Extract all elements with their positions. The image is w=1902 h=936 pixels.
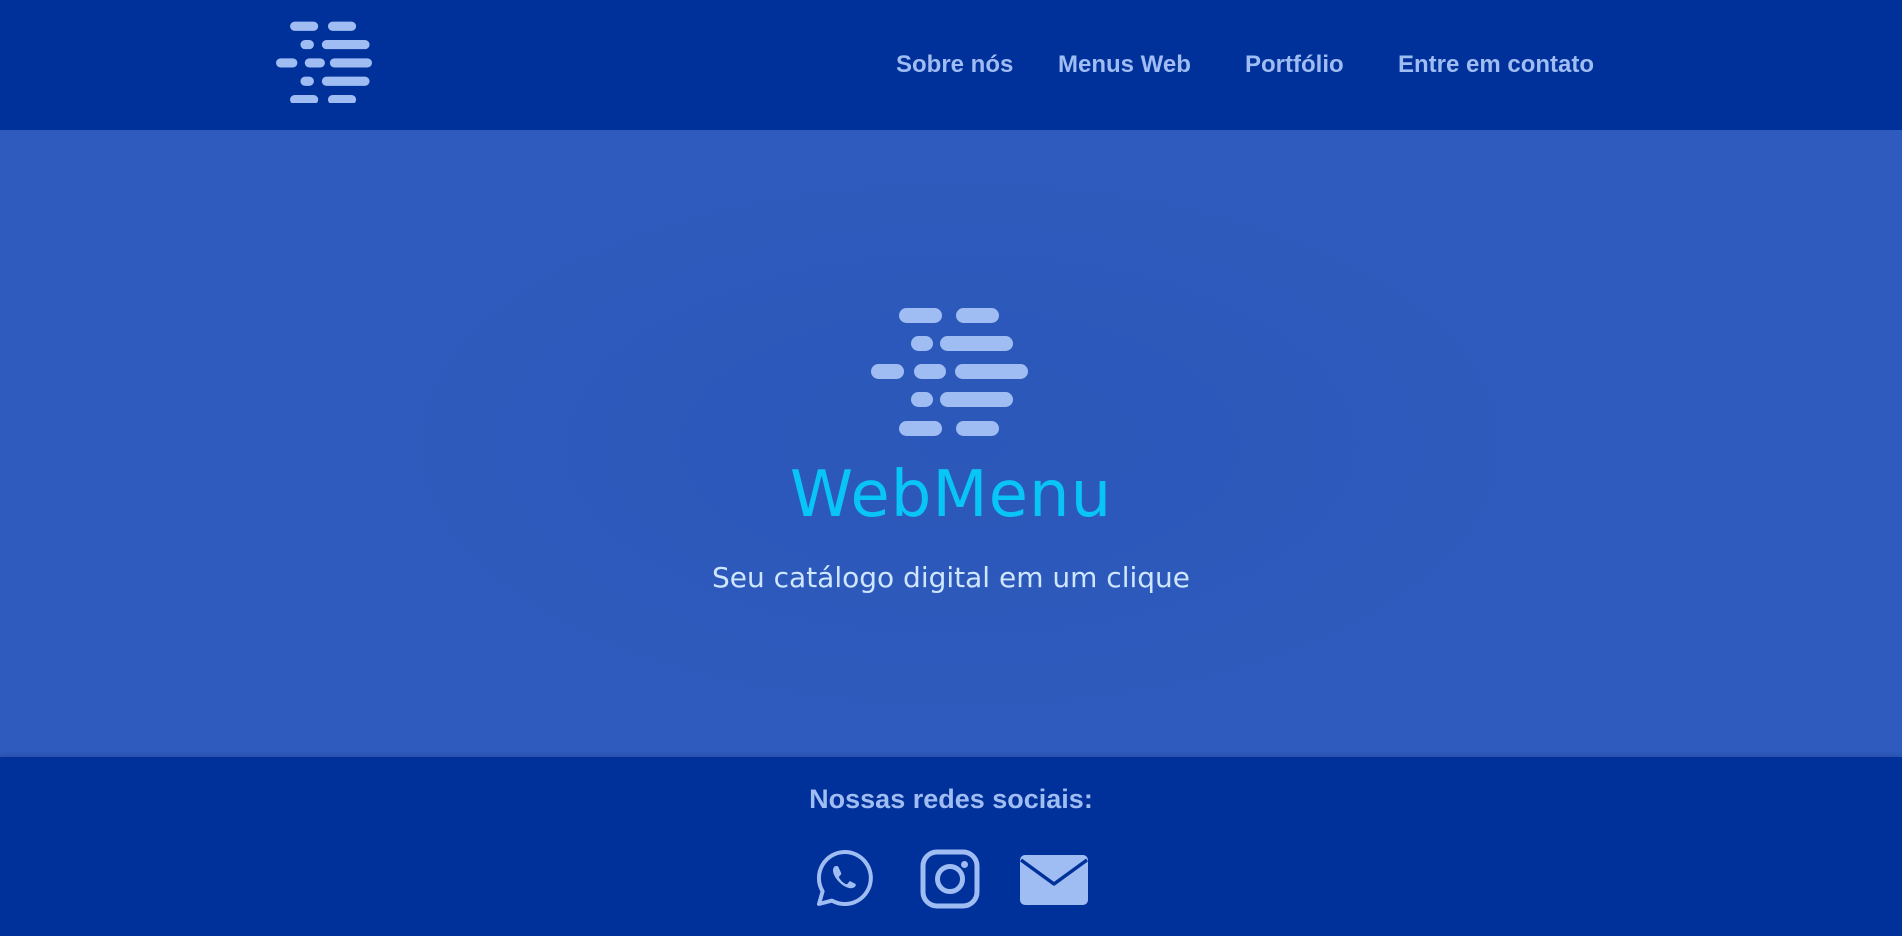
email-icon[interactable]: [1019, 847, 1089, 911]
hero-background-glow: [400, 175, 1520, 715]
nav-link-sobre-nos[interactable]: Sobre nós: [896, 48, 1013, 82]
instagram-icon[interactable]: [918, 847, 982, 911]
main-nav: Sobre nós Menus Web Portfólio Entre em c…: [0, 48, 1902, 82]
nav-link-menus-web[interactable]: Menus Web: [1058, 48, 1191, 82]
social-section-title: Nossas redes sociais:: [809, 784, 1093, 814]
site-footer: Nossas redes sociais:: [0, 757, 1902, 936]
hero-section: WebMenu Seu catálogo digital em um cliqu…: [0, 130, 1902, 757]
brand-tagline: Seu catálogo digital em um clique: [712, 561, 1190, 594]
whatsapp-icon[interactable]: [813, 847, 877, 911]
brand-title: WebMenu: [789, 458, 1113, 532]
nav-link-portfolio[interactable]: Portfólio: [1245, 48, 1344, 82]
nav-link-contato[interactable]: Entre em contato: [1398, 48, 1594, 82]
site-header: Sobre nós Menus Web Portfólio Entre em c…: [0, 0, 1902, 130]
webmenu-logo-icon: [871, 308, 1028, 436]
